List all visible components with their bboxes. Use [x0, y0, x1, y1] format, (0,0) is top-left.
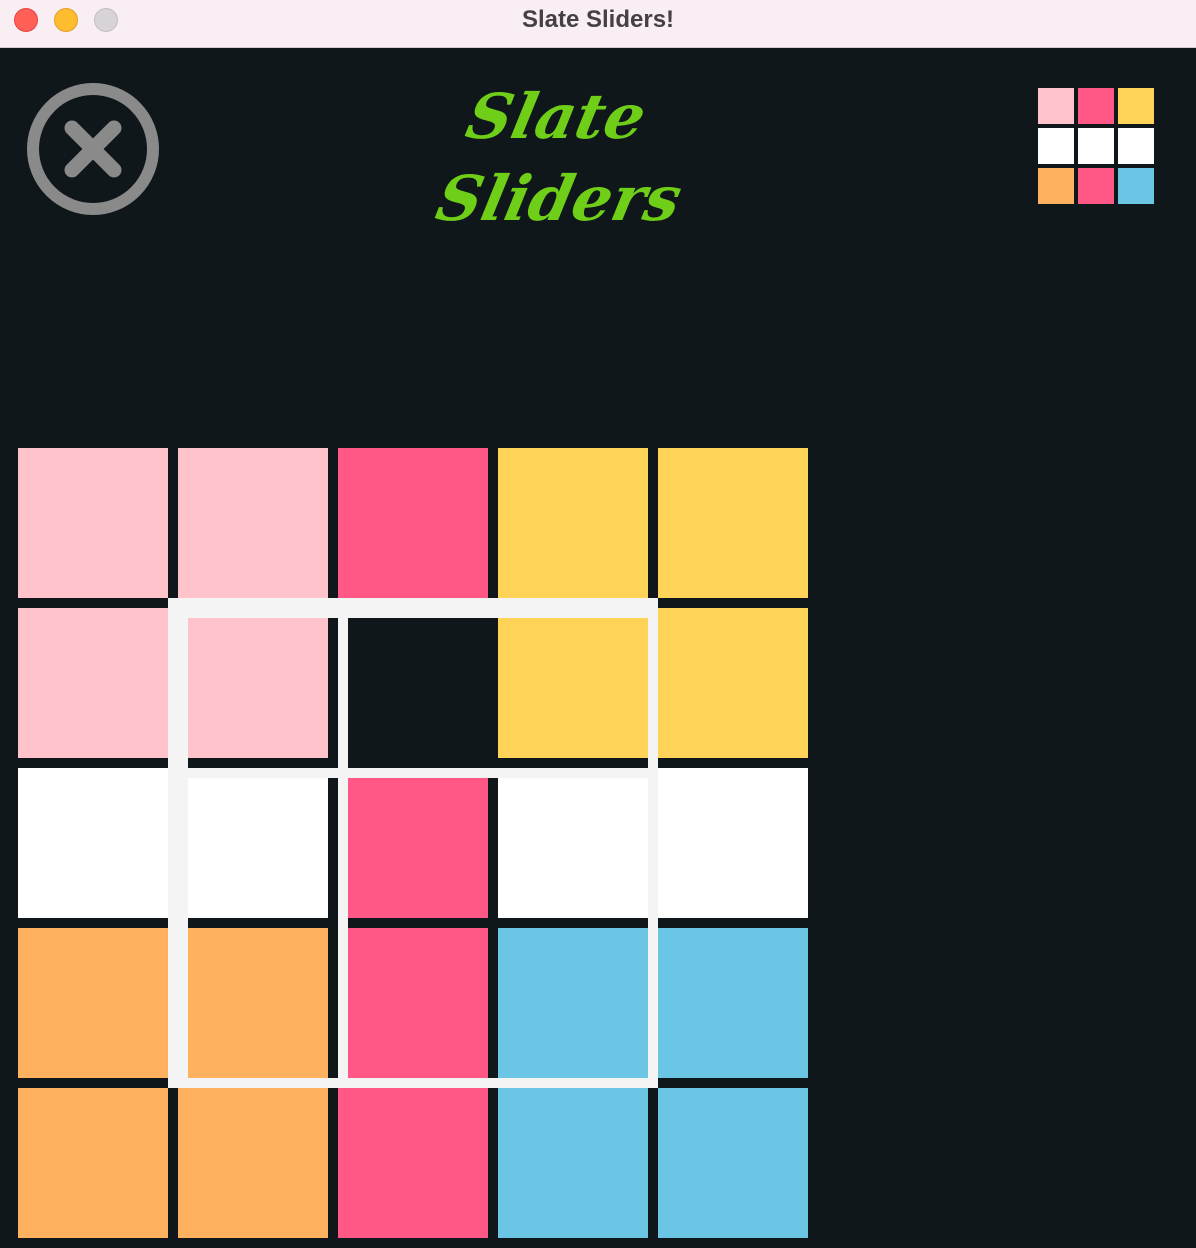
exit-game-button[interactable] — [24, 80, 162, 218]
empty-slot[interactable] — [338, 608, 488, 758]
board-tile[interactable] — [338, 768, 488, 918]
board-tile[interactable] — [18, 1088, 168, 1238]
target-cell — [1118, 88, 1154, 124]
game-title: Slate Sliders — [420, 80, 760, 240]
game-title-line-2: Sliders — [430, 162, 689, 235]
target-pattern — [1038, 88, 1154, 204]
board-tile[interactable] — [18, 928, 168, 1078]
board-tile[interactable] — [338, 448, 488, 598]
board-tile[interactable] — [178, 448, 328, 598]
game-board — [18, 448, 808, 1238]
board-tile[interactable] — [658, 1088, 808, 1238]
board-tile[interactable] — [18, 448, 168, 598]
game-area: Slate Sliders — [0, 48, 1196, 1248]
board-tile[interactable] — [658, 448, 808, 598]
board-tile[interactable] — [658, 768, 808, 918]
close-circle-icon — [27, 83, 159, 215]
board-tile[interactable] — [18, 768, 168, 918]
board-tile[interactable] — [338, 1088, 488, 1238]
board-tile[interactable] — [498, 448, 648, 598]
target-cell — [1038, 128, 1074, 164]
target-cell — [1038, 88, 1074, 124]
target-cell — [1078, 128, 1114, 164]
target-cell — [1078, 88, 1114, 124]
board-tile[interactable] — [498, 1088, 648, 1238]
board-tile[interactable] — [658, 608, 808, 758]
board-tile[interactable] — [658, 928, 808, 1078]
target-cell — [1038, 168, 1074, 204]
board-tile[interactable] — [178, 608, 328, 758]
target-cell — [1078, 168, 1114, 204]
board-tile[interactable] — [178, 928, 328, 1078]
board-tile[interactable] — [18, 608, 168, 758]
board-tile[interactable] — [178, 768, 328, 918]
board-tile[interactable] — [498, 608, 648, 758]
game-title-line-1: Slate — [460, 80, 653, 153]
board-tile[interactable] — [338, 928, 488, 1078]
window-title-bar: Slate Sliders! — [0, 0, 1196, 48]
board-tile[interactable] — [498, 768, 648, 918]
board-tile[interactable] — [178, 1088, 328, 1238]
target-cell — [1118, 128, 1154, 164]
window-title: Slate Sliders! — [521, 6, 675, 33]
board-tile[interactable] — [498, 928, 648, 1078]
target-cell — [1118, 168, 1154, 204]
